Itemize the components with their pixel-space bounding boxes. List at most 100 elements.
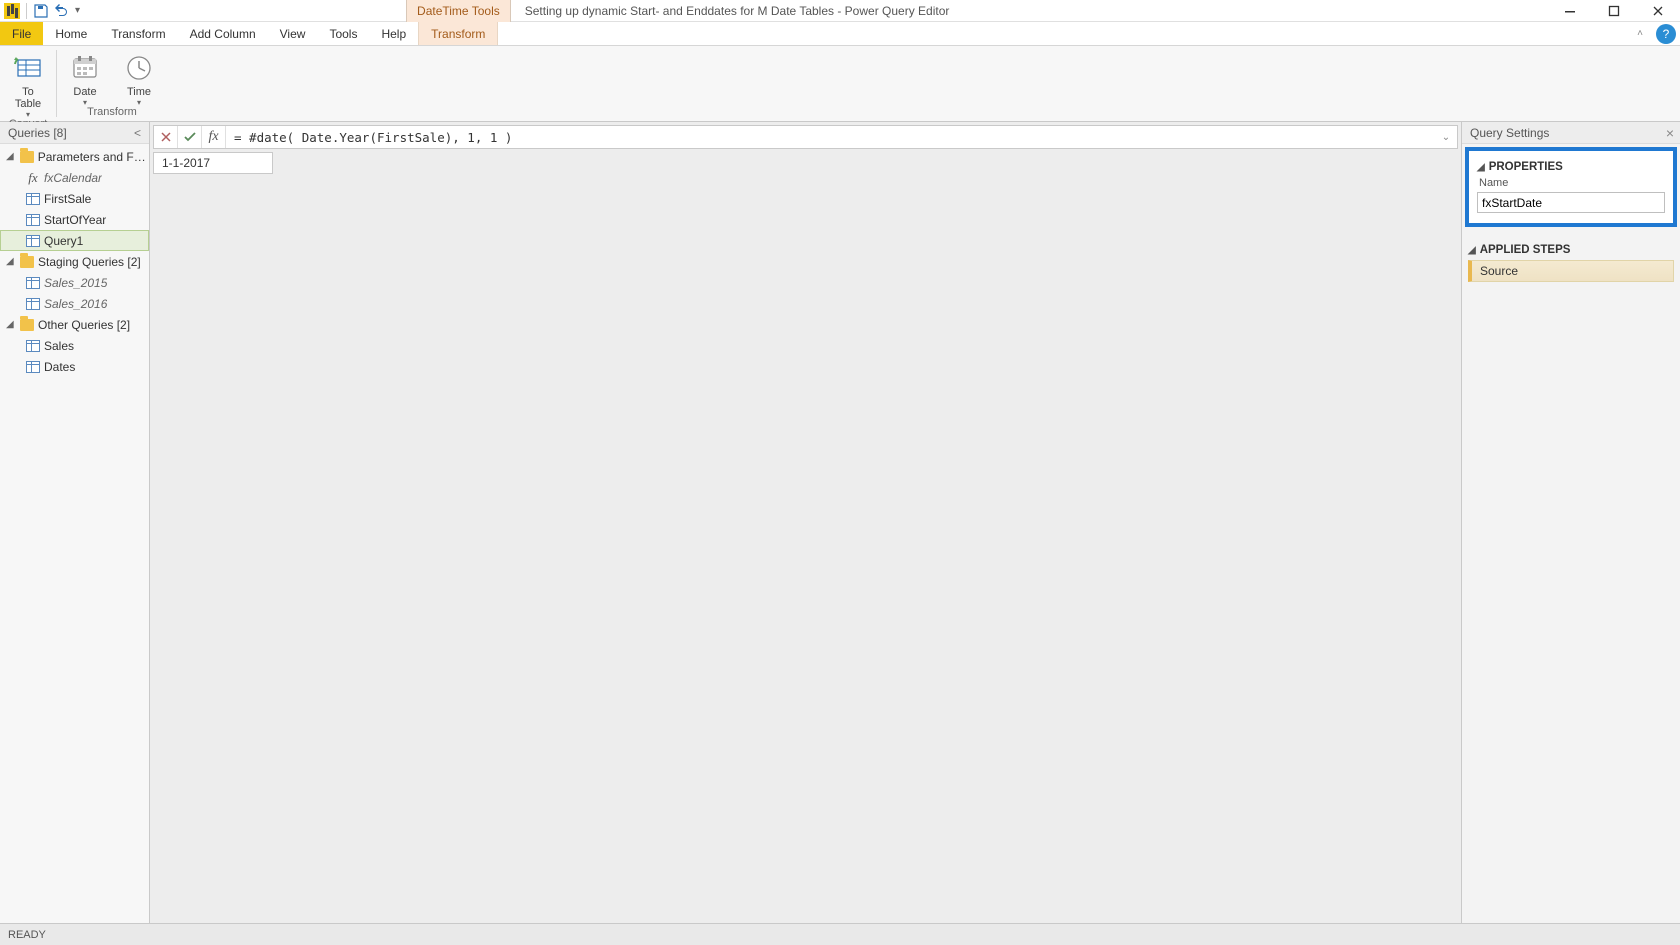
tab-contextual-transform[interactable]: Transform (418, 22, 498, 45)
query-item[interactable]: Sales (0, 335, 149, 356)
fx-icon[interactable]: fx (202, 126, 226, 148)
to-table-icon (12, 52, 44, 84)
table-icon (26, 277, 40, 289)
applied-steps-section: ◢ APPLIED STEPS Source (1462, 230, 1680, 282)
collapse-pane-icon[interactable]: < (134, 126, 141, 140)
separator (26, 3, 27, 19)
expand-formula-icon[interactable]: ⌄ (1435, 132, 1457, 143)
table-icon (26, 214, 40, 226)
query-item[interactable]: Sales_2016 (0, 293, 149, 314)
time-button[interactable]: Time ▾ (117, 52, 161, 106)
table-icon (26, 298, 40, 310)
table-icon (26, 340, 40, 352)
help-icon[interactable]: ? (1656, 24, 1676, 44)
tab-tools[interactable]: Tools (317, 22, 369, 45)
tab-home[interactable]: Home (43, 22, 99, 45)
applied-steps-header[interactable]: ◢ APPLIED STEPS (1468, 244, 1674, 256)
to-table-label: To Table (15, 86, 41, 110)
folder-label: Other Queries [2] (38, 318, 130, 332)
collapse-ribbon-icon[interactable]: ˄ (1628, 22, 1652, 45)
group-label-transform: Transform (63, 106, 161, 120)
preview-area: fx ⌄ 1-1-2017 (150, 122, 1462, 923)
ribbon-group-transform: Date ▾ Time ▾ Transform (57, 46, 167, 121)
close-pane-icon[interactable]: × (1666, 125, 1674, 141)
folder-icon (20, 256, 34, 268)
save-icon[interactable] (33, 3, 49, 19)
formula-bar: fx ⌄ (153, 125, 1458, 149)
contextual-tab-group-label: DateTime Tools (406, 0, 511, 22)
query-item[interactable]: Dates (0, 356, 149, 377)
formula-input[interactable] (226, 130, 1435, 145)
formula-cancel-button[interactable] (154, 126, 178, 148)
applied-step[interactable]: Source (1468, 260, 1674, 282)
tab-view[interactable]: View (268, 22, 318, 45)
query-label: fxCalendar (44, 171, 102, 185)
close-button[interactable] (1636, 0, 1680, 22)
query-label: Sales_2015 (44, 276, 107, 290)
query-item[interactable]: Sales_2015 (0, 272, 149, 293)
tab-help[interactable]: Help (369, 22, 418, 45)
query-settings-title: Query Settings (1470, 126, 1549, 140)
applied-steps-label: APPLIED STEPS (1480, 244, 1571, 256)
status-bar: READY (0, 923, 1680, 945)
queries-pane-header[interactable]: Queries [8] < (0, 122, 149, 144)
time-label: Time (127, 86, 151, 98)
query-item[interactable]: fx fxCalendar (0, 167, 149, 188)
date-button[interactable]: Date ▾ (63, 52, 107, 106)
queries-folder[interactable]: ◢Staging Queries [2] (0, 251, 149, 272)
preview-canvas (150, 177, 1461, 923)
table-icon (26, 235, 40, 247)
queries-folder[interactable]: ◢ Parameters and Fu... (0, 146, 149, 167)
tab-transform[interactable]: Transform (99, 22, 177, 45)
query-item[interactable]: StartOfYear (0, 209, 149, 230)
table-icon (26, 361, 40, 373)
maximize-button[interactable] (1592, 0, 1636, 22)
qat-customize-icon[interactable]: ▾ (73, 5, 82, 16)
query-label: StartOfYear (44, 213, 106, 227)
date-label: Date (73, 86, 96, 98)
queries-folder[interactable]: ◢ Other Queries [2] (0, 314, 149, 335)
preview-value: 1-1-2017 (153, 152, 273, 174)
expand-caret-icon: ◢ (6, 319, 16, 330)
tab-file[interactable]: File (0, 22, 43, 45)
expand-caret-icon: ◢ (6, 151, 16, 162)
quick-access-toolbar: ▾ (0, 3, 86, 19)
queries-tree: ◢ Parameters and Fu... fx fxCalendar FirstSa… (0, 144, 149, 379)
ribbon-tab-strip: File Home Transform Add Column View Tool… (0, 22, 1680, 46)
properties-header[interactable]: ◢ PROPERTIES (1477, 161, 1665, 173)
properties-section-highlighted: ◢ PROPERTIES Name (1465, 147, 1677, 227)
table-icon (26, 193, 40, 205)
ribbon-body: To Table ▾ Convert Date ▾ (0, 46, 1680, 122)
query-item[interactable]: Query1 (0, 230, 149, 251)
window-title: Setting up dynamic Start- and Enddates f… (511, 4, 950, 18)
queries-pane: Queries [8] < ◢ Parameters and Fu... fxfxC… (0, 122, 150, 923)
date-icon (69, 52, 101, 84)
folder-label: Parameters and Fu... (38, 150, 149, 164)
title-bar: ▾ DateTime Tools Setting up dynamic Star… (0, 0, 1680, 22)
query-settings-pane: Query Settings × ◢ PROPERTIES Name ◢ APP… (1462, 122, 1680, 923)
folder-icon (20, 151, 34, 163)
undo-icon[interactable] (53, 3, 69, 19)
folder-icon (20, 319, 34, 331)
properties-label: PROPERTIES (1489, 161, 1563, 173)
query-item[interactable]: FirstSale (0, 188, 149, 209)
workspace: Queries [8] < ◢Parameters and Fu...fxfxC… (0, 122, 1680, 923)
tab-add-column[interactable]: Add Column (178, 22, 268, 45)
query-name-input[interactable] (1477, 192, 1665, 213)
ribbon-group-convert: To Table ▾ Convert (0, 46, 56, 121)
time-icon (123, 52, 155, 84)
minimize-button[interactable] (1548, 0, 1592, 22)
query-label: Sales (44, 339, 74, 353)
window-controls (1548, 0, 1680, 22)
query-label: FirstSale (44, 192, 91, 206)
folder-label: Staging Queries [2] (38, 255, 141, 269)
query-label: Dates (44, 360, 75, 374)
formula-commit-button[interactable] (178, 126, 202, 148)
collapse-caret-icon: ◢ (1468, 245, 1476, 256)
to-table-button[interactable]: To Table ▾ (6, 52, 50, 118)
query-label: Query1 (44, 234, 83, 248)
name-field-label: Name (1479, 177, 1665, 189)
function-icon: fx (26, 170, 40, 186)
query-settings-header: Query Settings × (1462, 122, 1680, 144)
query-label: Sales_2016 (44, 297, 107, 311)
